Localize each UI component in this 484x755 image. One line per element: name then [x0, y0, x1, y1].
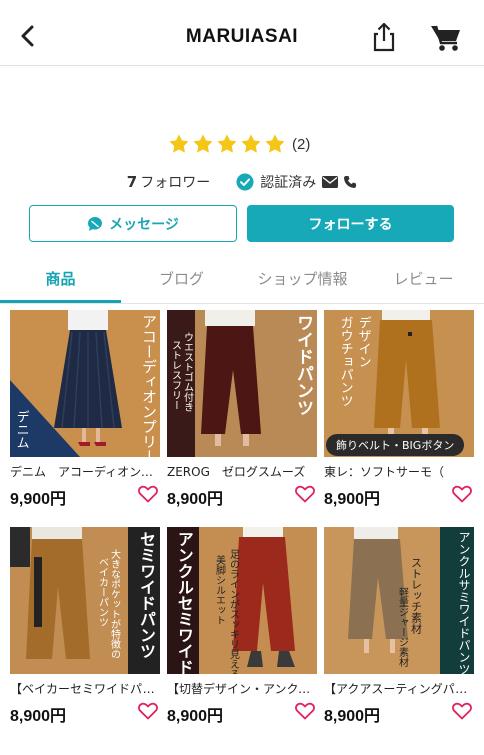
- heart-icon[interactable]: [295, 485, 315, 503]
- product-image-text: ストレスフリー: [169, 340, 181, 410]
- product-photo: [10, 310, 160, 457]
- product-name[interactable]: デニム アコーディオンプリーツ: [10, 463, 160, 480]
- tab-products[interactable]: 商品: [0, 268, 121, 289]
- follow-button[interactable]: フォローする: [247, 205, 454, 242]
- product-image-text: アンクルセミワイド: [174, 531, 194, 674]
- heart-icon[interactable]: [138, 702, 158, 720]
- product-image[interactable]: デザイン ガウチョパンツ 飾りベルト・BIGボタン: [324, 310, 474, 457]
- star-icon: [217, 134, 237, 153]
- product-image-text: 軽量ジャージ素材: [396, 587, 408, 667]
- product-price: 9,900円: [10, 491, 67, 508]
- shop-meta: 7 フォロワー 認証済み: [0, 172, 484, 192]
- star-icon: [265, 134, 285, 153]
- active-tab-indicator: [0, 300, 121, 303]
- product-image-text: セミワイドパンツ: [137, 531, 156, 659]
- product-name[interactable]: 【ベイカーセミワイドパンツ】: [10, 680, 160, 697]
- verified-label: 認証済み: [260, 175, 317, 191]
- product-price: 8,900円: [167, 708, 224, 725]
- product-image-text: アコーディオンプリーツ: [140, 314, 158, 457]
- tab-reviews[interactable]: レビュー: [363, 268, 484, 289]
- product-image-text: 大きなポケットが特徴の: [108, 549, 120, 659]
- mail-icon: [322, 176, 339, 188]
- message-button-label: メッセージ: [109, 216, 179, 233]
- product-image[interactable]: セミワイドパンツ 大きなポケットが特徴の ベイカーパンツ: [10, 527, 160, 674]
- star-icon: [193, 134, 213, 153]
- product-image-text: 足のラインがスッキリ見える: [227, 549, 239, 674]
- verified-check-icon: [236, 173, 254, 191]
- tab-blog[interactable]: ブログ: [121, 268, 242, 289]
- product-image[interactable]: ワイドパンツ ウエストゴム付き ストレスフリー: [167, 310, 317, 457]
- product-price: 8,900円: [167, 491, 224, 508]
- message-button[interactable]: メッセージ: [29, 205, 237, 242]
- product-name[interactable]: 【切替デザイン・アンクル】: [167, 680, 317, 697]
- product-image-badge: 飾りベルト・BIGボタン: [326, 434, 465, 456]
- product-image-text: ベイカーパンツ: [96, 557, 108, 627]
- product-image[interactable]: アンクルサミワイドパンツ ストレッチ素材 軽量ジャージ素材: [324, 527, 474, 674]
- share-icon[interactable]: [370, 22, 398, 52]
- product-image-text: ウエストゴム付き: [181, 332, 193, 412]
- verified-status: 認証済み: [236, 172, 357, 192]
- product-image[interactable]: アコーディオンプリーツ デニム: [10, 310, 160, 457]
- phone-icon: [344, 176, 357, 188]
- product-image[interactable]: アンクルセミワイド 足のラインがスッキリ見える 美脚シルエット: [167, 527, 317, 674]
- product-name[interactable]: 【アクアスーティングパンツ】: [324, 680, 474, 697]
- product-image-text: ガウチョパンツ: [337, 316, 353, 407]
- product-image-text: ストレッチ素材: [409, 557, 423, 634]
- product-image-text: 美脚シルエット: [213, 555, 225, 625]
- page-title: MARUIASAI: [185, 26, 299, 47]
- product-image-text: アンクルサミワイドパンツ: [457, 531, 471, 674]
- followers-label: フォロワー: [140, 175, 211, 191]
- heart-icon[interactable]: [452, 702, 472, 720]
- shop-tabs: 商品 ブログ ショップ情報 レビュー: [0, 258, 484, 304]
- heart-icon[interactable]: [138, 485, 158, 503]
- product-price: 8,900円: [324, 491, 381, 508]
- app-header: MARUIASAI: [0, 0, 484, 66]
- heart-icon[interactable]: [452, 485, 472, 503]
- product-name[interactable]: ZEROG ゼログスムーズ: [167, 463, 317, 480]
- product-name[interactable]: 東レ：ソフトサーモ（: [324, 463, 474, 480]
- star-icon: [241, 134, 261, 153]
- heart-icon[interactable]: [295, 702, 315, 720]
- product-image-text: デザイン: [355, 316, 371, 368]
- rating-count: (2): [292, 135, 311, 153]
- rating-stars[interactable]: (2): [168, 132, 310, 156]
- follow-button-label: フォローする: [308, 216, 393, 233]
- followers-count: 7: [126, 173, 138, 191]
- product-image-text: デニム: [13, 410, 29, 449]
- star-icon: [169, 134, 189, 153]
- product-price: 8,900円: [324, 708, 381, 725]
- cart-icon[interactable]: [430, 24, 462, 52]
- tab-shop-info[interactable]: ショップ情報: [242, 268, 363, 289]
- message-icon: [88, 216, 103, 231]
- product-price: 8,900円: [10, 708, 67, 725]
- product-image-text: ワイドパンツ: [293, 314, 313, 416]
